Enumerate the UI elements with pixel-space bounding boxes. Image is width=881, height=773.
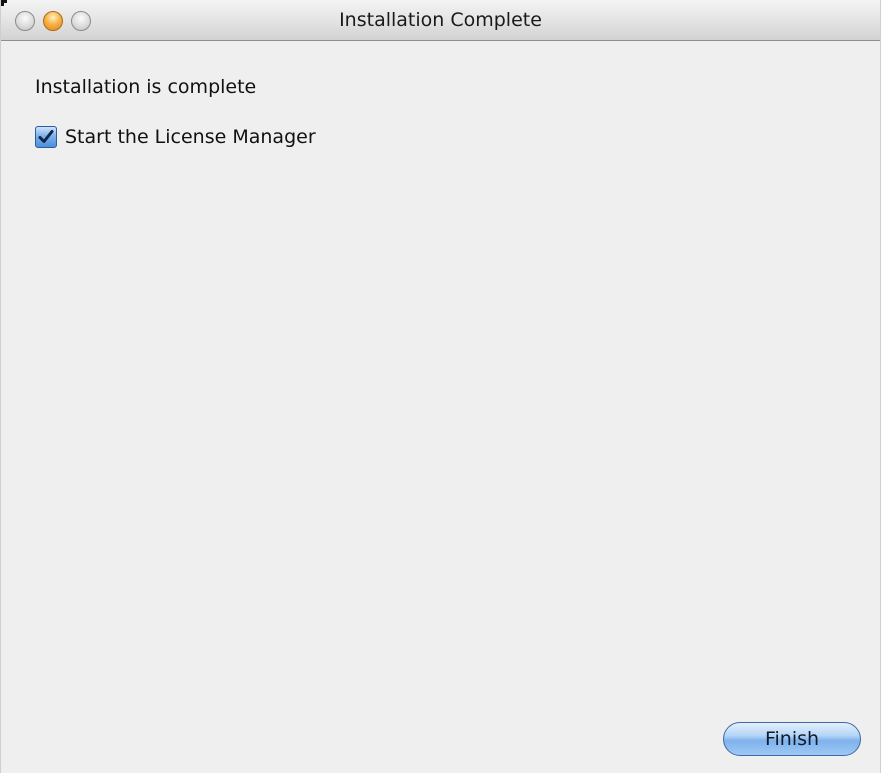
installation-complete-message: Installation is complete bbox=[35, 76, 257, 98]
start-license-manager-option[interactable]: Start the License Manager bbox=[35, 124, 316, 150]
start-license-manager-checkbox[interactable] bbox=[35, 126, 57, 148]
start-license-manager-label[interactable]: Start the License Manager bbox=[65, 126, 316, 148]
installer-window: Installation Complete Installation is co… bbox=[0, 0, 881, 773]
checkmark-icon bbox=[38, 130, 54, 143]
window-title: Installation Complete bbox=[339, 9, 542, 31]
finish-button[interactable]: Finish bbox=[723, 722, 861, 756]
title-bar[interactable]: Installation Complete bbox=[1, 0, 880, 41]
